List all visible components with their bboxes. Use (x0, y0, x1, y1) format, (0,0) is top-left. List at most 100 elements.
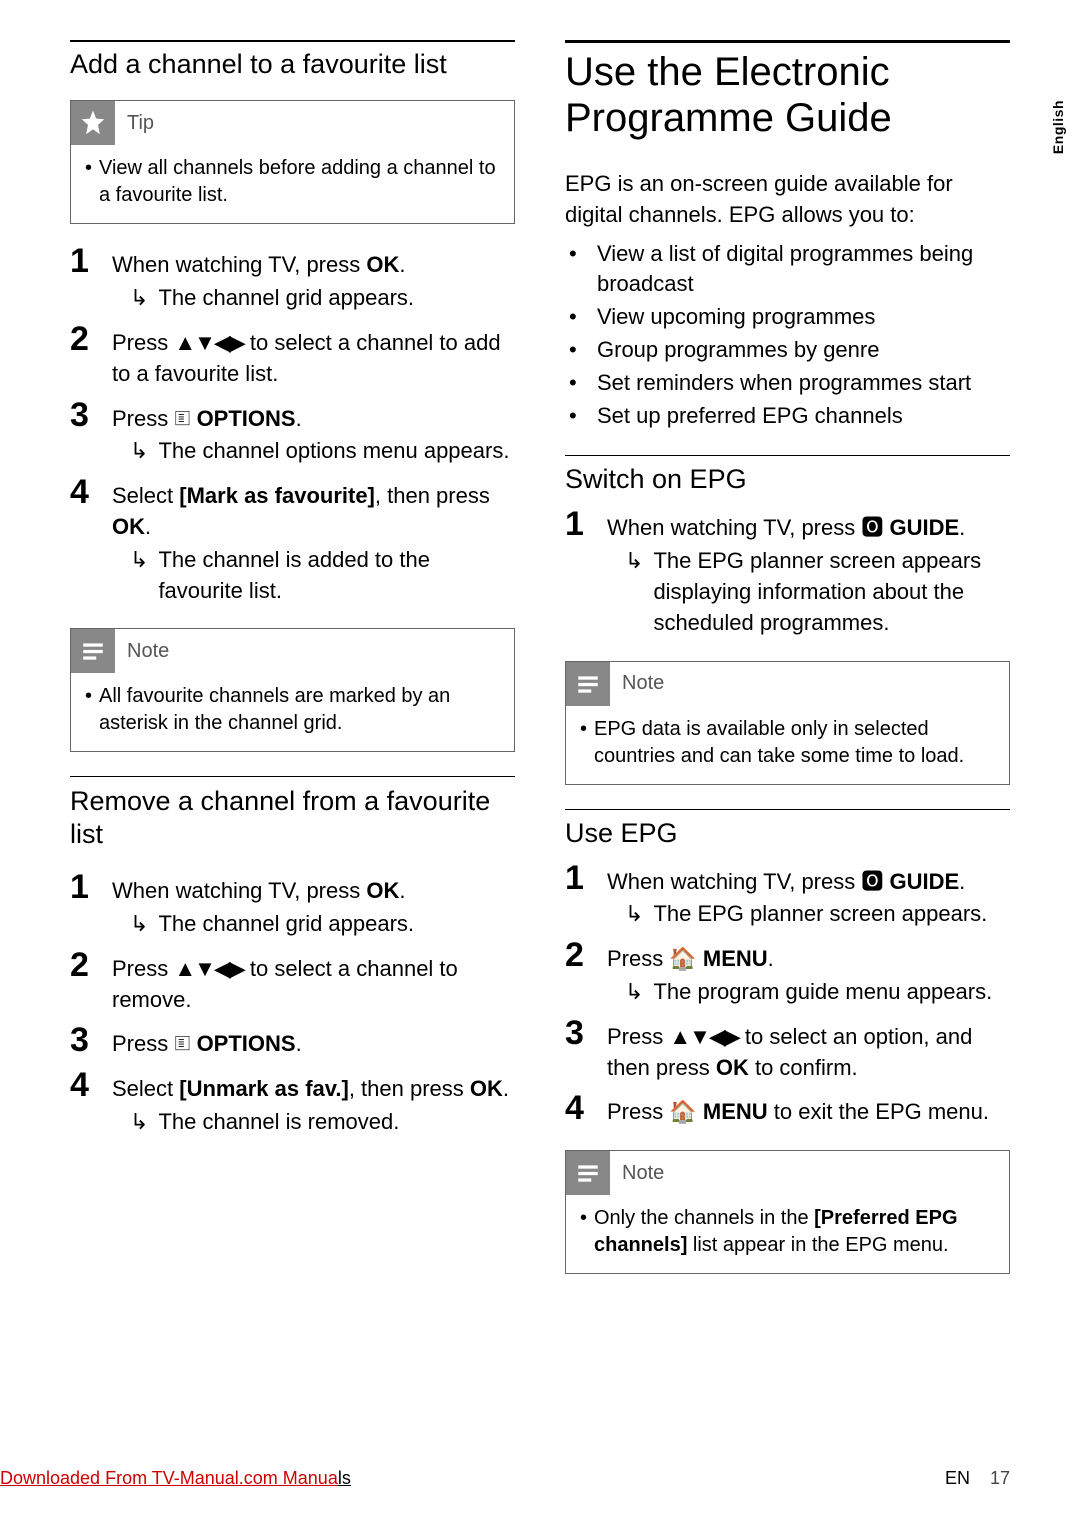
step-bold: OPTIONS (190, 1031, 295, 1056)
step-result: The EPG planner screen appears. (653, 899, 1010, 930)
note-text: Only the channels in the (594, 1207, 814, 1229)
step-result: The channel grid appears. (158, 909, 515, 940)
download-link[interactable]: Downloaded From TV-Manual.com Manuals (0, 1468, 351, 1489)
step: 1 When watching TV, press 🅾 GUIDE. ↳The … (565, 507, 1010, 638)
step-number: 3 (565, 1016, 589, 1050)
step-result: The channel is added to the favourite li… (158, 545, 515, 607)
guide-icon: 🅾 (861, 515, 883, 540)
step-bold: MENU (697, 946, 768, 971)
step-text: . (296, 1031, 302, 1056)
add-steps: 1 When watching TV, press OK. ↳The chann… (70, 244, 515, 606)
step-bold: OK (112, 514, 145, 539)
step-text: Press (112, 406, 174, 431)
step-text: Press (112, 956, 174, 981)
link-text: Downloaded From TV-Manual.com Manua (0, 1468, 338, 1488)
step-bold: OPTIONS (190, 406, 295, 431)
link-text: ls (338, 1468, 351, 1488)
remove-steps: 1 When watching TV, press OK. ↳The chann… (70, 870, 515, 1138)
use-epg-steps: 1 When watching TV, press 🅾 GUIDE. ↳The … (565, 861, 1010, 1129)
content-columns: Add a channel to a favourite list Tip Vi… (70, 40, 1010, 1294)
footer: EN 17 (945, 1468, 1010, 1489)
rule (565, 455, 1010, 456)
step-result: The program guide menu appears. (653, 977, 1010, 1008)
heading-epg: Use the Electronic Programme Guide (565, 49, 1010, 141)
step-bold: OK (716, 1055, 749, 1080)
step-text: . (768, 946, 774, 971)
nav-arrows-icon: ▲▼◀▶ (669, 1024, 738, 1049)
step-bold: GUIDE (883, 869, 959, 894)
step-bold: [Mark as favourite] (179, 483, 375, 508)
step-number: 4 (565, 1091, 589, 1125)
note-item: Only the channels in the [Preferred EPG … (594, 1205, 995, 1259)
step-number: 4 (70, 1068, 94, 1102)
note-box: Note All favourite channels are marked b… (70, 628, 515, 752)
home-icon: 🏠 (669, 946, 696, 971)
note-box: Note Only the channels in the [Preferred… (565, 1150, 1010, 1274)
step-text: When watching TV, press (607, 869, 861, 894)
tip-item: View all channels before adding a channe… (99, 155, 500, 209)
rule (70, 776, 515, 777)
step-text: Select (112, 483, 179, 508)
result-arrow-icon: ↳ (625, 546, 643, 638)
step-text: , then press (349, 1076, 470, 1101)
step: 3 Press 🗉 OPTIONS. (70, 1023, 515, 1060)
rule (565, 809, 1010, 810)
step: 2 Press ▲▼◀▶ to select a channel to remo… (70, 948, 515, 1016)
step-text: When watching TV, press (112, 878, 366, 903)
step: 4 Select [Unmark as fav.], then press OK… (70, 1068, 515, 1138)
result-arrow-icon: ↳ (130, 545, 148, 607)
step: 2 Press 🏠 MENU. ↳The program guide menu … (565, 938, 1010, 1008)
note-box: Note EPG data is available only in selec… (565, 661, 1010, 785)
right-column: Use the Electronic Programme Guide EPG i… (565, 40, 1010, 1294)
step-text: Press (112, 330, 174, 355)
step-number: 1 (70, 244, 94, 278)
note-title: Note (610, 662, 682, 706)
result-arrow-icon: ↳ (130, 909, 148, 940)
intro-bullets: View a list of digital programmes being … (565, 239, 1010, 432)
step-result: The channel is removed. (158, 1107, 515, 1138)
step-text: . (296, 406, 302, 431)
step: 4 Press 🏠 MENU to exit the EPG menu. (565, 1091, 1010, 1128)
step-text: . (503, 1076, 509, 1101)
step: 1 When watching TV, press OK. ↳The chann… (70, 244, 515, 314)
rule (565, 40, 1010, 43)
options-icon: 🗉 (174, 406, 190, 431)
heading-remove-favourite: Remove a channel from a favourite list (70, 785, 515, 850)
options-icon: 🗉 (174, 1031, 190, 1056)
step: 1 When watching TV, press OK. ↳The chann… (70, 870, 515, 940)
step-bold: GUIDE (883, 515, 959, 540)
step-result: The channel grid appears. (158, 283, 515, 314)
footer-lang: EN (945, 1468, 970, 1488)
note-item: All favourite channels are marked by an … (99, 683, 500, 737)
step-text: Press (607, 1024, 669, 1049)
step-bold: OK (470, 1076, 503, 1101)
nav-arrows-icon: ▲▼◀▶ (174, 330, 243, 355)
step-text: . (959, 515, 965, 540)
step-text: When watching TV, press (607, 515, 861, 540)
home-icon: 🏠 (669, 1099, 696, 1124)
step-text: to exit the EPG menu. (768, 1099, 989, 1124)
language-tab: English (1050, 100, 1066, 154)
nav-arrows-icon: ▲▼◀▶ (174, 956, 243, 981)
step-number: 2 (565, 938, 589, 972)
tip-title: Tip (115, 101, 172, 145)
step: 3 Press ▲▼◀▶ to select an option, and th… (565, 1016, 1010, 1084)
note-title: Note (610, 1151, 682, 1195)
step-text: . (959, 869, 965, 894)
bullet: Set reminders when programmes start (597, 368, 1010, 399)
page: English Add a channel to a favourite lis… (0, 0, 1080, 1527)
bullet: Group programmes by genre (597, 335, 1010, 366)
intro-text: EPG is an on-screen guide available for … (565, 169, 1010, 231)
step-text: Press (607, 1099, 669, 1124)
left-column: Add a channel to a favourite list Tip Vi… (70, 40, 515, 1294)
step-bold: MENU (697, 1099, 768, 1124)
page-number: 17 (990, 1468, 1010, 1488)
step-number: 4 (70, 475, 94, 509)
tip-icon (71, 101, 115, 145)
step-text: . (399, 252, 405, 277)
step-number: 1 (565, 861, 589, 895)
step-bold: [Unmark as fav.] (179, 1076, 349, 1101)
heading-use-epg: Use EPG (565, 818, 1010, 849)
step-bold: OK (366, 252, 399, 277)
note-icon (566, 1151, 610, 1195)
